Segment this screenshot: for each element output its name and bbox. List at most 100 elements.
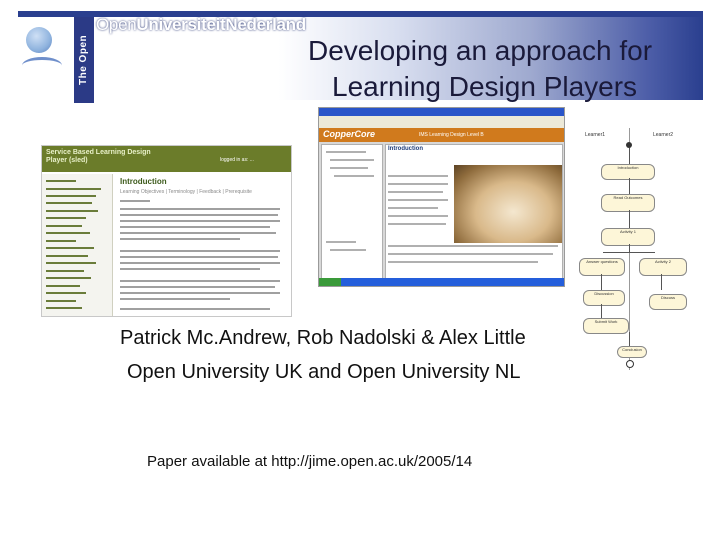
flow-line — [661, 274, 662, 290]
diagram-col-left: Learner1 — [585, 132, 606, 138]
open-university-logo — [18, 17, 70, 91]
nav-line — [46, 262, 96, 264]
text-line — [388, 191, 443, 193]
diagram-node: Activity 2 — [639, 258, 687, 276]
learning-flow-diagram: Learner1 Learner2 Introduction Read Outc… — [577, 128, 689, 370]
text-line — [120, 280, 280, 282]
text-line — [388, 253, 553, 255]
text-line — [388, 199, 448, 201]
text-line — [120, 200, 150, 202]
tree-line — [334, 175, 374, 177]
tree-line — [326, 241, 356, 243]
nav-line — [46, 180, 76, 182]
diagram-node: Read Outcomes — [601, 194, 655, 212]
coppercore-screenshot: CopperCore IMS Learning Design Level B I… — [318, 107, 565, 287]
text-line — [388, 215, 448, 217]
nav-line — [46, 300, 76, 302]
flow-line — [629, 332, 630, 346]
diagram-node: Conclusion — [617, 346, 647, 358]
nav-line — [46, 210, 98, 212]
coppercore-banner-text: CopperCore — [323, 129, 376, 139]
slide-title-line1: Developing an approach for — [308, 35, 653, 66]
window-menubar — [319, 116, 564, 128]
flow-line — [629, 210, 630, 228]
text-line — [388, 183, 448, 185]
text-line — [120, 232, 276, 234]
sled-player-screenshot: Service Based Learning Design Player (sl… — [41, 145, 292, 317]
text-line — [120, 250, 280, 252]
open-book-image — [454, 165, 562, 243]
flow-line — [629, 244, 630, 252]
text-line — [120, 220, 280, 222]
diagram-node: Submit Work — [583, 318, 629, 334]
nav-line — [46, 307, 82, 309]
sled-header-title: Service Based Learning Design Player (sl… — [46, 149, 151, 164]
text-line — [120, 262, 280, 264]
text-line — [120, 292, 280, 294]
logo-vertical-text: The Open University — [74, 17, 109, 103]
end-node — [626, 360, 634, 368]
text-line — [388, 261, 538, 263]
nav-line — [46, 202, 92, 204]
text-line — [388, 175, 448, 177]
diagram-node: Discussion — [583, 290, 625, 306]
logo-globe-icon — [26, 27, 52, 53]
slide-title-line2: Learning Design Players — [332, 71, 638, 102]
nav-line — [46, 277, 91, 279]
flow-line — [601, 304, 602, 318]
text-line — [120, 286, 275, 288]
diagram-node: Discuss — [649, 294, 687, 310]
logo-text-light: Open — [96, 15, 137, 34]
text-line — [388, 223, 446, 225]
coppercore-tree-panel — [321, 144, 383, 280]
nav-line — [46, 188, 101, 190]
flow-line — [629, 178, 630, 194]
nav-line — [46, 285, 80, 287]
nav-line — [46, 232, 90, 234]
tree-line — [330, 249, 366, 251]
flow-line — [629, 148, 630, 164]
sled-tabs: Learning Objectives | Terminology | Feed… — [120, 189, 252, 195]
coppercore-content-panel: Introduction — [385, 144, 563, 280]
sled-nav-tree — [42, 174, 113, 316]
text-line — [120, 256, 278, 258]
diagram-node: Introduction — [601, 164, 655, 180]
fork-bar — [603, 252, 655, 253]
nav-line — [46, 195, 96, 197]
text-line — [120, 268, 260, 270]
sled-header-right: logged in as: ... — [220, 157, 254, 163]
tree-line — [330, 167, 368, 169]
text-line — [120, 308, 270, 310]
sled-main-content: Introduction Learning Objectives | Termi… — [116, 174, 288, 316]
nav-line — [46, 255, 88, 257]
windows-taskbar — [319, 278, 564, 286]
header-banner: The Open University OpenUniversiteitNede… — [18, 11, 703, 103]
logo-swoosh-icon — [22, 57, 62, 74]
tree-line — [326, 151, 366, 153]
nav-line — [46, 225, 82, 227]
logo-text-bold: UniversiteitNederland — [136, 15, 306, 34]
text-line — [120, 226, 270, 228]
affiliations: Open University UK and Open University N… — [127, 361, 521, 383]
nav-line — [46, 240, 76, 242]
diagram-node: Answer questions — [579, 258, 625, 276]
start-button — [319, 278, 341, 286]
coppercore-banner-right: IMS Learning Design Level B — [419, 132, 484, 138]
text-line — [120, 238, 240, 240]
nav-line — [46, 292, 86, 294]
ou-nederland-logo-text: OpenUniversiteitNederland — [96, 15, 306, 35]
sled-intro-heading: Introduction — [120, 177, 167, 186]
window-titlebar — [319, 108, 564, 116]
text-line — [388, 207, 438, 209]
nav-line — [46, 217, 86, 219]
flow-line — [601, 274, 602, 290]
text-line — [120, 298, 230, 300]
diagram-col-right: Learner2 — [653, 132, 674, 138]
diagram-node: Activity 1 — [601, 228, 655, 246]
coppercore-panel-heading: Introduction — [388, 146, 423, 152]
authors: Patrick Mc.Andrew, Rob Nadolski & Alex L… — [120, 327, 526, 349]
tree-line — [330, 159, 374, 161]
paper-link[interactable]: Paper available at http://jime.open.ac.u… — [147, 453, 472, 470]
nav-line — [46, 247, 94, 249]
text-line — [388, 245, 558, 247]
